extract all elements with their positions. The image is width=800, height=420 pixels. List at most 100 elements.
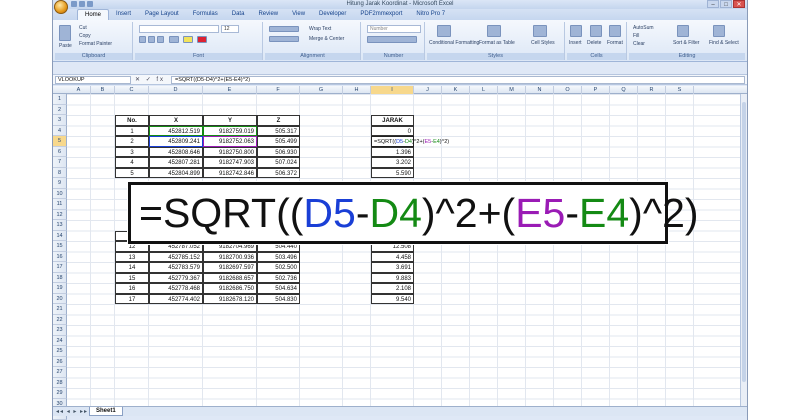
table-header-y[interactable]: Y: [203, 115, 257, 126]
table-cell-z[interactable]: 504.634: [257, 283, 300, 294]
format-cells-icon[interactable]: [609, 25, 621, 37]
table-cell-x[interactable]: 452808.646: [149, 146, 203, 157]
table-cell-jarak[interactable]: 4.458: [371, 251, 414, 262]
save-icon[interactable]: [71, 1, 77, 7]
row-header-28[interactable]: 28: [53, 377, 67, 388]
column-header-m[interactable]: M: [498, 86, 526, 94]
merge-center-button[interactable]: Merge & Center: [309, 36, 344, 42]
number-format-icons[interactable]: [367, 36, 417, 43]
table-cell-jarak[interactable]: 2.108: [371, 283, 414, 294]
sheet-nav-arrows[interactable]: ◂◂ ◂ ▸ ▸▸: [56, 408, 88, 416]
row-header-5[interactable]: 5: [53, 136, 67, 147]
row-header-13[interactable]: 13: [53, 220, 67, 231]
table-cell-no[interactable]: 4: [115, 157, 149, 168]
name-box[interactable]: VLOOKUP: [55, 76, 131, 84]
column-header-s[interactable]: S: [666, 86, 694, 94]
table-cell-jarak[interactable]: 5.590: [371, 167, 414, 178]
minimize-button[interactable]: –: [707, 0, 719, 8]
table-cell-y[interactable]: 9182759.019: [203, 125, 257, 136]
table-cell-z[interactable]: 507.024: [257, 157, 300, 168]
font-color-icon[interactable]: [197, 36, 207, 43]
column-header-p[interactable]: P: [582, 86, 610, 94]
column-header-l[interactable]: L: [470, 86, 498, 94]
column-header-o[interactable]: O: [554, 86, 582, 94]
table-cell-y[interactable]: 9182750.800: [203, 146, 257, 157]
underline-icon[interactable]: [157, 36, 164, 43]
tab-nitro[interactable]: Nitro Pro 7: [409, 9, 452, 20]
align-left-icon[interactable]: [269, 36, 299, 42]
column-header-q[interactable]: Q: [610, 86, 638, 94]
table-cell-x[interactable]: 452774.402: [149, 293, 203, 304]
wrap-text-button[interactable]: Wrap Text: [309, 26, 331, 32]
table-cell-no[interactable]: 17: [115, 293, 149, 304]
table-cell-y[interactable]: 9182742.846: [203, 167, 257, 178]
paste-button[interactable]: Paste: [59, 43, 72, 49]
cell-styles-button[interactable]: Cell Styles: [531, 40, 555, 46]
cell-styles-icon[interactable]: [533, 25, 547, 37]
table-cell-no[interactable]: 15: [115, 272, 149, 283]
cut-button[interactable]: Cut: [79, 25, 87, 31]
table-header-no[interactable]: No.: [115, 115, 149, 126]
table-cell-y[interactable]: 9182697.597: [203, 262, 257, 273]
column-header-r[interactable]: R: [638, 86, 666, 94]
table-cell-x[interactable]: 452785.152: [149, 251, 203, 262]
table-cell-jarak[interactable]: 9.883: [371, 272, 414, 283]
undo-icon[interactable]: [79, 1, 85, 7]
row-header-7[interactable]: 7: [53, 157, 67, 168]
column-header-b[interactable]: B: [91, 86, 115, 94]
table-cell-jarak[interactable]: 3.202: [371, 157, 414, 168]
tab-formulas[interactable]: Formulas: [186, 9, 225, 20]
column-header-j[interactable]: J: [414, 86, 442, 94]
table-header-x[interactable]: X: [149, 115, 203, 126]
cells-area[interactable]: No. X Y Z JARAK 1 452812.519 9182759.019 505.317…: [67, 94, 747, 406]
row-header-19[interactable]: 19: [53, 283, 67, 294]
table-cell-no[interactable]: 13: [115, 251, 149, 262]
insert-cells-button[interactable]: Insert: [569, 40, 582, 46]
row-header-23[interactable]: 23: [53, 325, 67, 336]
find-select-button[interactable]: Find & Select: [709, 40, 739, 46]
insert-cells-icon[interactable]: [570, 25, 582, 37]
formula-icons[interactable]: ✕ ✓ fx: [135, 76, 165, 84]
table-cell-jarak[interactable]: 3.691: [371, 262, 414, 273]
table-cell-x[interactable]: 452804.899: [149, 167, 203, 178]
table-cell-y[interactable]: 9182678.120: [203, 293, 257, 304]
table-cell-x[interactable]: 452783.579: [149, 262, 203, 273]
row-header-27[interactable]: 27: [53, 367, 67, 378]
table-cell-y[interactable]: 9182700.936: [203, 251, 257, 262]
table-header-z[interactable]: Z: [257, 115, 300, 126]
copy-button[interactable]: Copy: [79, 33, 91, 39]
border-icon[interactable]: [169, 36, 179, 43]
tab-page-layout[interactable]: Page Layout: [138, 9, 186, 20]
table-cell-z[interactable]: 506.372: [257, 167, 300, 178]
row-header-9[interactable]: 9: [53, 178, 67, 189]
format-table-button[interactable]: Format as Table: [479, 40, 515, 46]
row-header-12[interactable]: 12: [53, 209, 67, 220]
row-header-26[interactable]: 26: [53, 356, 67, 367]
find-select-icon[interactable]: [713, 25, 725, 37]
close-button[interactable]: ✕: [733, 0, 745, 8]
redo-icon[interactable]: [87, 1, 93, 7]
scroll-thumb[interactable]: [742, 102, 746, 382]
fill-color-icon[interactable]: [183, 36, 193, 43]
table-cell-z[interactable]: 502.500: [257, 262, 300, 273]
table-cell-x[interactable]: 452778.468: [149, 283, 203, 294]
tab-pdf[interactable]: PDF2mmexport: [353, 9, 409, 20]
conditional-formatting-icon[interactable]: [437, 25, 451, 37]
delete-cells-icon[interactable]: [590, 25, 602, 37]
row-header-8[interactable]: 8: [53, 167, 67, 178]
row-header-15[interactable]: 15: [53, 241, 67, 252]
worksheet-grid[interactable]: ABCDEFGHIJKLMNOPQRS 1 2 3 4 5 6 7 8 9 10 11 12 13 14 1…: [53, 86, 747, 420]
table-cell-y[interactable]: 9182688.657: [203, 272, 257, 283]
table-cell-z[interactable]: 504.830: [257, 293, 300, 304]
row-header-6[interactable]: 6: [53, 146, 67, 157]
row-header-17[interactable]: 17: [53, 262, 67, 273]
align-top-icon[interactable]: [269, 26, 299, 32]
row-header-14[interactable]: 14: [53, 230, 67, 241]
table-cell-no[interactable]: 1: [115, 125, 149, 136]
table-cell-y[interactable]: 9182686.750: [203, 283, 257, 294]
table-cell-jarak[interactable]: 9.540: [371, 293, 414, 304]
row-header-25[interactable]: 25: [53, 346, 67, 357]
font-name-select[interactable]: [139, 25, 219, 33]
row-header-4[interactable]: 4: [53, 125, 67, 136]
row-header-29[interactable]: 29: [53, 388, 67, 399]
